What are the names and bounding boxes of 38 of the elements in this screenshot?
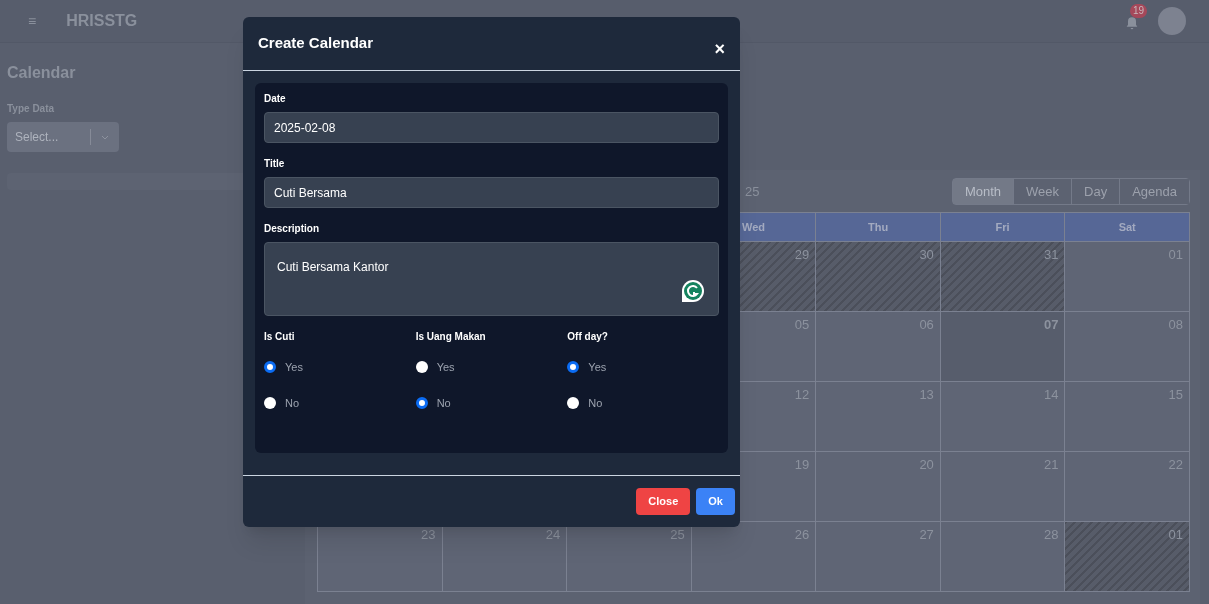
radio-button[interactable] (415, 397, 428, 409)
weekday-header: Sat (1065, 213, 1190, 242)
assistant-logo-icon[interactable] (681, 279, 705, 303)
radio-group-label: Off day? (567, 330, 609, 344)
day-number: 01 (1168, 526, 1183, 544)
menu-icon[interactable]: ≡ (28, 10, 37, 32)
close-button[interactable]: × (714, 39, 725, 58)
radio-label: Yes (436, 359, 455, 375)
notification-badge: 19 (1130, 4, 1148, 18)
day-number: 31 (1043, 246, 1059, 264)
radio-label: No (588, 395, 603, 411)
radio-button[interactable] (415, 361, 428, 373)
radio-group-label: Is Uang Makan (415, 330, 487, 344)
ok-button[interactable]: Ok (696, 488, 735, 515)
radio-group-label: Is Cuti (264, 330, 296, 344)
radio-button[interactable] (264, 361, 276, 373)
weekday-header: Fri (940, 213, 1066, 242)
radio-label: No (436, 395, 451, 411)
field-label: Title (264, 157, 286, 171)
radio-label: No (285, 395, 300, 411)
text-field[interactable]: Cuti Bersama (264, 177, 719, 208)
description-field[interactable]: Cuti Bersama Kantor (264, 242, 719, 316)
day-number: 29 (794, 246, 810, 264)
day-number: 30 (919, 246, 934, 264)
radio-button[interactable] (567, 397, 580, 409)
field-label: Description (264, 222, 320, 236)
type-select[interactable]: Select... (7, 122, 119, 152)
radio-button[interactable] (264, 397, 276, 409)
close-dialog-button[interactable]: Close (636, 488, 691, 515)
radio-label: Yes (588, 359, 607, 375)
text-field[interactable]: 2025-02-08 (264, 112, 719, 143)
view-tab[interactable]: Month (952, 179, 1014, 204)
weekday-header: Thu (816, 213, 941, 242)
radio-button[interactable] (567, 361, 580, 373)
dialog-title: Create Calendar (258, 33, 374, 54)
view-tab[interactable]: Agenda (1119, 179, 1189, 204)
radio-label: Yes (285, 359, 303, 375)
field-label: Date (264, 92, 287, 106)
